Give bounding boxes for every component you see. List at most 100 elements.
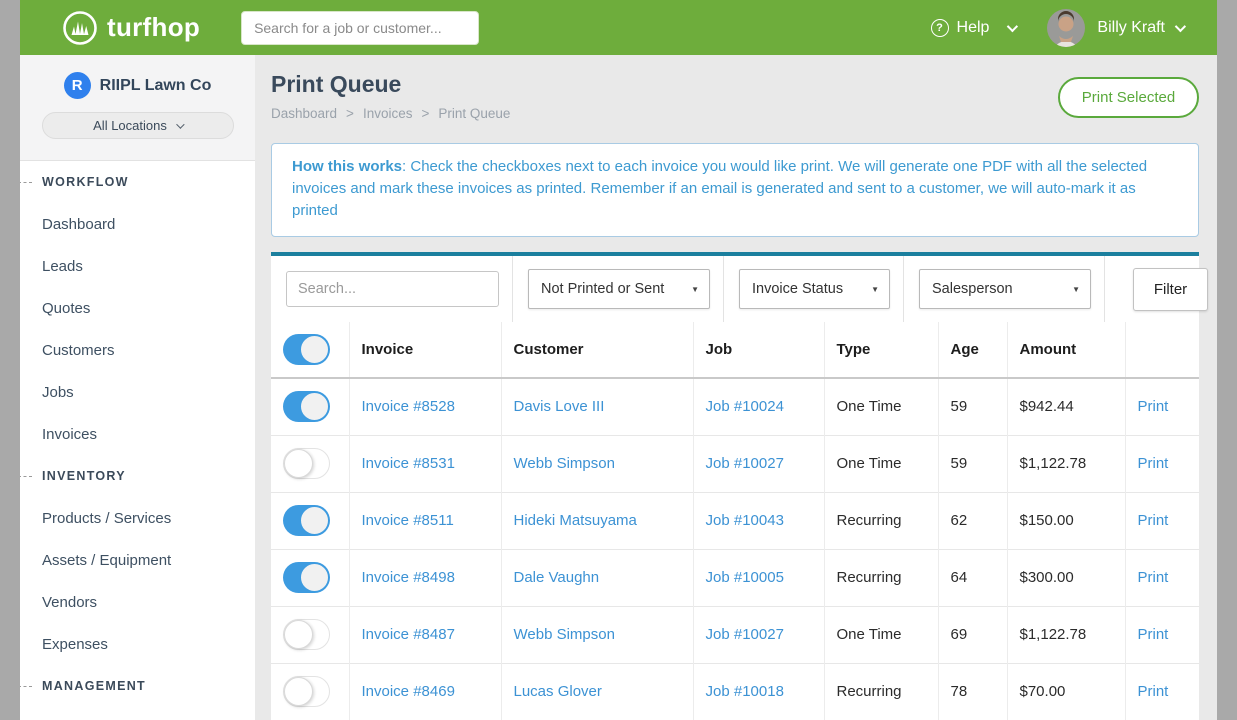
invoice-status-select[interactable]: Invoice Status ▼ — [739, 269, 890, 309]
print-link[interactable]: Print — [1138, 512, 1169, 529]
print-link[interactable]: Print — [1138, 683, 1169, 700]
company-avatar: R — [64, 72, 91, 99]
breadcrumb-dashboard[interactable]: Dashboard — [271, 106, 337, 121]
user-menu[interactable]: Billy Kraft — [1047, 9, 1183, 47]
toggle-knob — [284, 449, 313, 478]
job-link[interactable]: Job #10005 — [706, 569, 784, 586]
invoice-link[interactable]: Invoice #8469 — [362, 683, 455, 700]
column-header-customer: Customer — [501, 322, 693, 378]
chevron-down-icon — [1007, 20, 1018, 31]
print-link[interactable]: Print — [1138, 398, 1169, 415]
filter-button[interactable]: Filter — [1133, 268, 1208, 311]
sidebar-item-invoices[interactable]: Invoices — [42, 426, 97, 443]
chevron-down-icon — [176, 120, 184, 128]
topbar-right-group: ? Help Billy Kraft — [931, 9, 1183, 47]
customer-link[interactable]: Hideki Matsuyama — [514, 512, 637, 529]
avatar — [1047, 9, 1085, 47]
sidebar-item-vendors[interactable]: Vendors — [42, 594, 97, 611]
sidebar-item-expenses[interactable]: Expenses — [42, 636, 108, 653]
row-select-toggle[interactable] — [283, 505, 330, 536]
print-queue-card: Not Printed or Sent ▼ Invoice Status ▼ — [271, 252, 1199, 720]
tree-dash-icon — [20, 476, 32, 477]
printed-filter-select[interactable]: Not Printed or Sent ▼ — [528, 269, 710, 309]
filter-salesperson-group: Salesperson ▼ — [904, 256, 1105, 322]
company-switcher[interactable]: R RIIPL Lawn Co — [20, 72, 255, 99]
select-all-toggle[interactable] — [283, 334, 330, 365]
age-cell: 78 — [938, 663, 1007, 720]
brand-logo[interactable]: turfhop — [62, 10, 200, 46]
breadcrumb-invoices[interactable]: Invoices — [363, 106, 413, 121]
column-header-amount: Amount — [1007, 322, 1125, 378]
type-cell: One Time — [824, 606, 938, 663]
toggle-knob — [300, 335, 329, 364]
invoice-link[interactable]: Invoice #8528 — [362, 398, 455, 415]
sidebar: R RIIPL Lawn Co All Locations WORKFLOW D… — [20, 55, 255, 720]
row-select-toggle[interactable] — [283, 448, 330, 479]
row-select-toggle[interactable] — [283, 391, 330, 422]
invoice-link[interactable]: Invoice #8511 — [362, 512, 454, 529]
customer-link[interactable]: Webb Simpson — [514, 455, 615, 472]
help-label: Help — [957, 19, 990, 37]
sidebar-item-leads[interactable]: Leads — [42, 258, 83, 275]
breadcrumb-separator: > — [421, 106, 429, 121]
filter-status-group: Invoice Status ▼ — [724, 256, 904, 322]
age-cell: 62 — [938, 492, 1007, 549]
filter-search-input[interactable] — [286, 271, 499, 307]
sidebar-item-products-services[interactable]: Products / Services — [42, 510, 171, 527]
customer-link[interactable]: Lucas Glover — [514, 683, 602, 700]
help-menu[interactable]: ? Help — [931, 19, 1016, 37]
company-name: RIIPL Lawn Co — [100, 77, 212, 95]
invoice-table: Invoice Customer Job Type Age Amount — [271, 322, 1199, 720]
job-link[interactable]: Job #10027 — [706, 626, 784, 643]
customer-link[interactable]: Dale Vaughn — [514, 569, 600, 586]
job-link[interactable]: Job #10043 — [706, 512, 784, 529]
sidebar-item-jobs[interactable]: Jobs — [42, 384, 74, 401]
salesperson-select[interactable]: Salesperson ▼ — [919, 269, 1091, 309]
breadcrumb-separator: > — [346, 106, 354, 121]
customer-link[interactable]: Davis Love III — [514, 398, 605, 415]
nav-section-management: MANAGEMENT — [20, 665, 255, 707]
print-link[interactable]: Print — [1138, 569, 1169, 586]
global-search-input[interactable] — [241, 11, 479, 45]
column-header-invoice: Invoice — [349, 322, 501, 378]
type-cell: One Time — [824, 378, 938, 435]
help-icon: ? — [931, 19, 949, 37]
job-link[interactable]: Job #10018 — [706, 683, 784, 700]
window-edge-left — [0, 0, 20, 720]
age-cell: 69 — [938, 606, 1007, 663]
tree-dash-icon — [20, 182, 32, 183]
invoice-link[interactable]: Invoice #8531 — [362, 455, 455, 472]
sidebar-item-dashboard[interactable]: Dashboard — [42, 216, 115, 233]
age-cell: 59 — [938, 378, 1007, 435]
row-select-toggle[interactable] — [283, 562, 330, 593]
invoice-link[interactable]: Invoice #8498 — [362, 569, 455, 586]
sidebar-item-assets-equipment[interactable]: Assets / Equipment — [42, 552, 171, 569]
breadcrumb-print-queue[interactable]: Print Queue — [438, 106, 510, 121]
invoice-status-value: Invoice Status — [752, 281, 843, 297]
job-link[interactable]: Job #10024 — [706, 398, 784, 415]
main-content: Print Queue Dashboard > Invoices > Print… — [255, 55, 1217, 720]
row-select-toggle[interactable] — [283, 619, 330, 650]
column-header-age: Age — [938, 322, 1007, 378]
toggle-knob — [300, 563, 329, 592]
locations-dropdown[interactable]: All Locations — [42, 112, 234, 139]
toggle-knob — [300, 392, 329, 421]
customer-link[interactable]: Webb Simpson — [514, 626, 615, 643]
print-link[interactable]: Print — [1138, 626, 1169, 643]
row-select-toggle[interactable] — [283, 676, 330, 707]
nav-section-workflow: WORKFLOW — [20, 161, 255, 203]
toggle-knob — [300, 506, 329, 535]
job-link[interactable]: Job #10027 — [706, 455, 784, 472]
sidebar-item-customers[interactable]: Customers — [42, 342, 115, 359]
invoice-link[interactable]: Invoice #8487 — [362, 626, 455, 643]
grass-logo-icon — [62, 10, 98, 46]
filter-button-group: Filter — [1105, 256, 1208, 322]
print-selected-button[interactable]: Print Selected — [1058, 77, 1199, 118]
how-this-works-note: How this works: Check the checkboxes nex… — [271, 143, 1199, 237]
sidebar-item-quotes[interactable]: Quotes — [42, 300, 90, 317]
type-cell: Recurring — [824, 663, 938, 720]
age-cell: 64 — [938, 549, 1007, 606]
column-header-type: Type — [824, 322, 938, 378]
amount-cell: $150.00 — [1007, 492, 1125, 549]
print-link[interactable]: Print — [1138, 455, 1169, 472]
